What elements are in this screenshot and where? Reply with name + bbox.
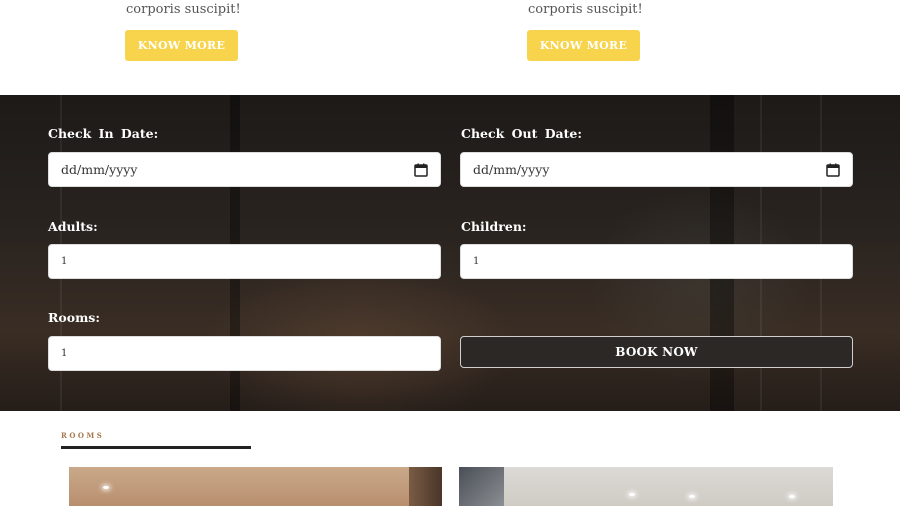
adults-input[interactable]: 1: [48, 244, 441, 279]
know-more-button[interactable]: KNOW MORE: [527, 30, 640, 61]
ceiling-light: [629, 493, 635, 496]
rooms-field-label: Rooms:: [48, 310, 100, 325]
room-decor: [409, 467, 442, 506]
section-underline: [61, 446, 251, 449]
card-description: corporis suscipit!: [126, 2, 241, 17]
know-more-button[interactable]: KNOW MORE: [125, 30, 238, 61]
room-decor: [459, 467, 504, 506]
adults-value: 1: [61, 256, 68, 267]
book-now-button[interactable]: BOOK NOW: [460, 336, 853, 368]
check-out-label: Check Out Date:: [461, 126, 582, 141]
card-description: corporis suscipit!: [528, 2, 643, 17]
ceiling-light: [103, 486, 109, 489]
adults-label: Adults:: [48, 219, 98, 234]
room-image[interactable]: [459, 467, 833, 506]
children-input[interactable]: 1: [460, 244, 853, 279]
feature-cards-section: corporis suscipit! KNOW MORE corporis su…: [0, 0, 900, 95]
rooms-input[interactable]: 1: [48, 336, 441, 371]
section-label: ROOMS: [61, 431, 105, 440]
calendar-icon[interactable]: [414, 163, 428, 177]
check-in-placeholder: dd/mm/yyyy: [61, 162, 138, 177]
ceiling-light: [689, 495, 695, 498]
check-out-date-input[interactable]: dd/mm/yyyy: [460, 152, 853, 187]
rooms-value: 1: [61, 348, 68, 359]
children-label: Children:: [461, 219, 527, 234]
check-out-placeholder: dd/mm/yyyy: [473, 162, 550, 177]
calendar-icon[interactable]: [826, 163, 840, 177]
ceiling-light: [789, 495, 795, 498]
room-image[interactable]: [69, 467, 442, 506]
check-in-label: Check In Date:: [48, 126, 159, 141]
children-value: 1: [473, 256, 480, 267]
check-in-date-input[interactable]: dd/mm/yyyy: [48, 152, 441, 187]
booking-form-section: Check In Date: dd/mm/yyyy Check Out Date…: [0, 95, 900, 411]
